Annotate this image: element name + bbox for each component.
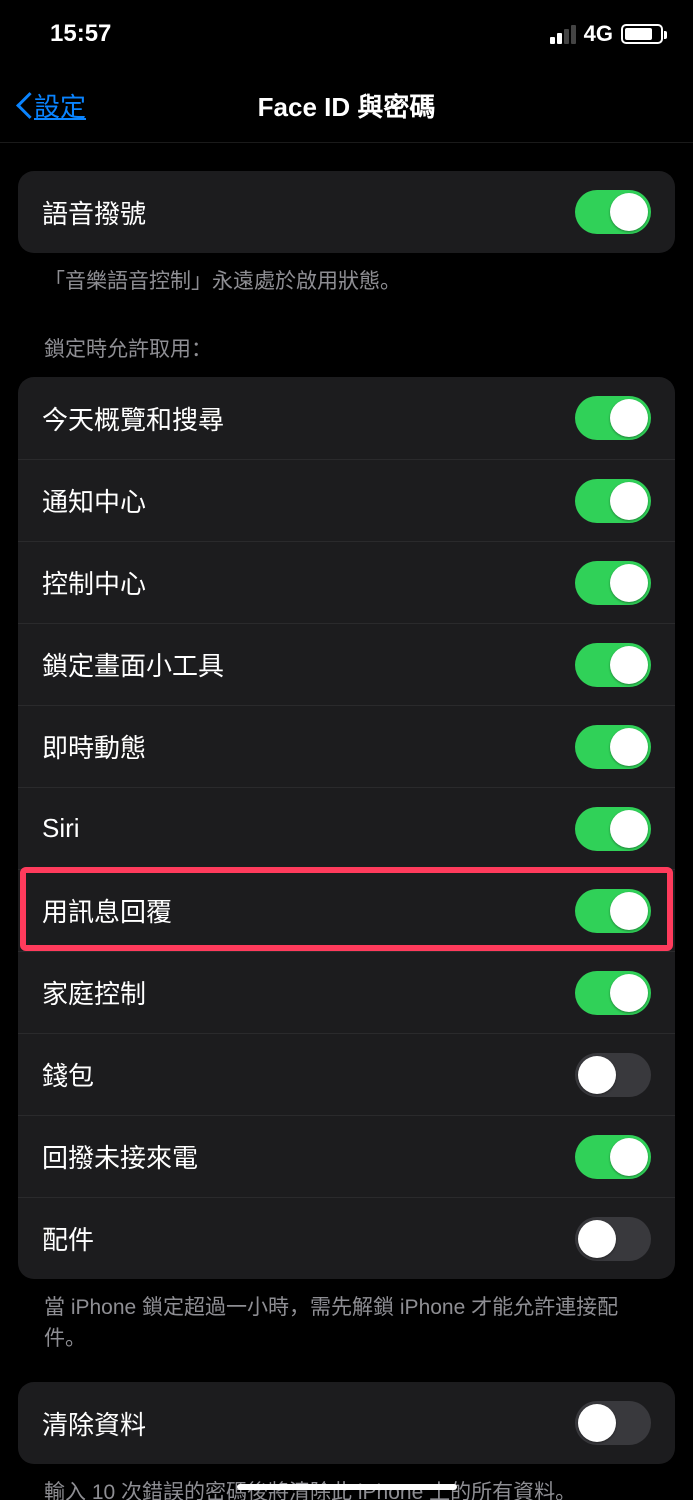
toggle-allow-access[interactable] xyxy=(575,643,651,687)
status-bar: 15:57 4G xyxy=(0,0,693,68)
section-header-allow-access: 鎖定時允許取用： xyxy=(18,297,675,363)
toggle-allow-access[interactable] xyxy=(575,396,651,440)
allow-access-footer: 當 iPhone 鎖定超過一小時，需先解鎖 iPhone 才能允許連接配件。 xyxy=(18,1279,675,1354)
erase-footer: 輸入 10 次錯誤的密碼後將清除此 iPhone 上的所有資料。 xyxy=(18,1464,675,1500)
home-indicator[interactable] xyxy=(237,1484,457,1490)
toggle-allow-access[interactable] xyxy=(575,971,651,1015)
group-erase: 清除資料 xyxy=(18,1382,675,1464)
toggle-erase-data[interactable] xyxy=(575,1401,651,1445)
row-allow-access: 今天概覽和搜尋 xyxy=(18,377,675,459)
page-title: Face ID 與密碼 xyxy=(0,87,693,124)
row-label: 即時動態 xyxy=(42,728,146,765)
row-label: 清除資料 xyxy=(42,1405,146,1442)
toggle-voice-dial[interactable] xyxy=(575,190,651,234)
toggle-allow-access[interactable] xyxy=(575,479,651,523)
row-allow-access: 家庭控制 xyxy=(18,951,675,1033)
status-right: 4G xyxy=(550,21,663,47)
group-allow-access: 今天概覽和搜尋通知中心控制中心鎖定畫面小工具即時動態 Siri 用訊息回覆家庭控制錢… xyxy=(18,377,675,1279)
toggle-allow-access[interactable] xyxy=(575,1135,651,1179)
row-label: 通知中心 xyxy=(42,482,146,519)
row-label: 回撥未接來電 xyxy=(42,1138,198,1175)
toggle-allow-access[interactable] xyxy=(575,889,651,933)
row-label: 用訊息回覆 xyxy=(42,892,172,929)
row-allow-access: 配件 xyxy=(18,1197,675,1279)
status-time: 15:57 xyxy=(50,20,111,48)
row-label: Siri xyxy=(42,813,80,844)
toggle-allow-access[interactable] xyxy=(575,725,651,769)
row-label: 錢包 xyxy=(42,1056,94,1093)
toggle-allow-access[interactable] xyxy=(575,561,651,605)
row-allow-access: 控制中心 xyxy=(18,541,675,623)
row-allow-access: Siri xyxy=(18,787,675,869)
row-allow-access: 鎖定畫面小工具 xyxy=(18,623,675,705)
row-voice-dial: 語音撥號 xyxy=(18,171,675,253)
toggle-allow-access[interactable] xyxy=(575,1053,651,1097)
network-label: 4G xyxy=(584,21,613,47)
chevron-left-icon xyxy=(14,90,32,120)
row-label: 家庭控制 xyxy=(42,974,146,1011)
battery-icon xyxy=(621,24,663,44)
group-voice-dial: 語音撥號 xyxy=(18,171,675,253)
toggle-allow-access[interactable] xyxy=(575,1217,651,1261)
row-allow-access: 通知中心 xyxy=(18,459,675,541)
row-allow-access: 即時動態 xyxy=(18,705,675,787)
row-allow-access: 用訊息回覆 xyxy=(18,869,675,951)
row-allow-access: 回撥未接來電 xyxy=(18,1115,675,1197)
nav-bar: 設定 Face ID 與密碼 xyxy=(0,68,693,143)
cellular-signal-icon xyxy=(550,25,576,44)
voice-dial-footer: 「音樂語音控制」永遠處於啟用狀態。 xyxy=(18,253,675,297)
row-label: 鎖定畫面小工具 xyxy=(42,646,224,683)
back-button[interactable]: 設定 xyxy=(0,87,86,124)
toggle-allow-access[interactable] xyxy=(575,807,651,851)
row-label: 語音撥號 xyxy=(42,194,146,231)
row-erase-data: 清除資料 xyxy=(18,1382,675,1464)
row-label: 配件 xyxy=(42,1220,94,1257)
row-label: 今天概覽和搜尋 xyxy=(42,400,224,437)
row-allow-access: 錢包 xyxy=(18,1033,675,1115)
row-label: 控制中心 xyxy=(42,564,146,601)
